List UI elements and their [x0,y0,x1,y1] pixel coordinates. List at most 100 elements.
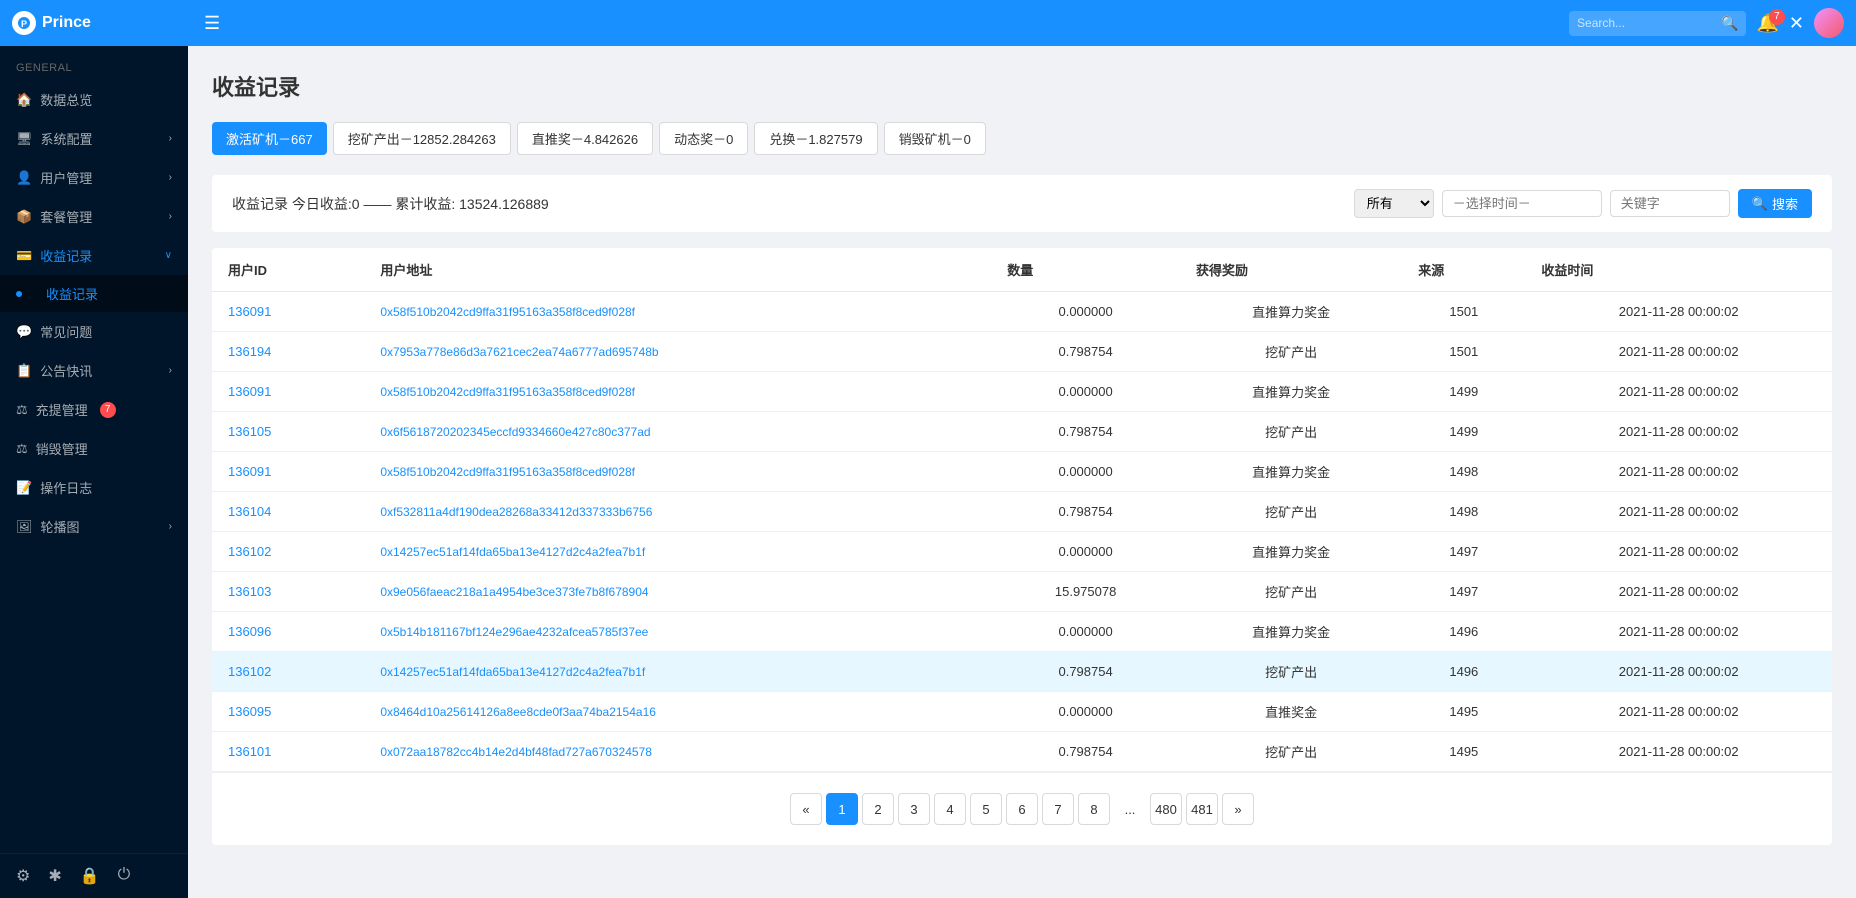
cell-user-id: 136102 [212,532,364,572]
sidebar-item-dashboard[interactable]: 🏠 数据总览 [0,80,188,119]
cell-reward: 直推算力奖金 [1180,612,1402,652]
sidebar-item-label: 销毁管理 [36,439,88,458]
lock-bottom-icon[interactable]: 🔒 [80,866,100,886]
sidebar-item-operation-log[interactable]: 📝 操作日志 [0,468,188,507]
col-time: 收益时间 [1525,248,1832,292]
table-row[interactable]: 136101 0x072aa18782cc4b14e2d4bf48fad727a… [212,732,1832,772]
cell-user-addr: 0x9e056faeac218a1a4954be3ce373fe7b8f6789… [364,572,991,612]
log-icon: 📝 [16,480,32,496]
sidebar-item-package-manage[interactable]: 📦 套餐管理 › [0,197,188,236]
search-button[interactable]: 🔍 搜索 [1738,189,1812,218]
table-row[interactable]: 136105 0x6f5618720202345eccfd9334660e427… [212,412,1832,452]
cell-user-addr: 0x58f510b2042cd9ffa31f95163a358f8ced9f02… [364,372,991,412]
settings-bottom-icon[interactable]: ⚙ [16,866,30,886]
pagination-page-6[interactable]: 6 [1006,793,1038,825]
pagination-page-8[interactable]: 8 [1078,793,1110,825]
cell-user-id: 136194 [212,332,364,372]
chevron-icon: › [169,133,172,144]
pagination-page-7[interactable]: 7 [1042,793,1074,825]
tools-button[interactable]: ✕ [1789,13,1804,34]
cell-reward: 直推奖金 [1180,692,1402,732]
cell-source: 1495 [1402,732,1525,772]
filter-tabs: 激活矿机－667 挖矿产出－12852.284263 直推奖－4.842626 … [212,122,1832,155]
cell-user-addr: 0x58f510b2042cd9ffa31f95163a358f8ced9f02… [364,452,991,492]
stats-separator: —— [363,196,391,212]
sidebar-item-announcement[interactable]: 📋 公告快讯 › [0,351,188,390]
filter-tab-destroy-miner[interactable]: 销毁矿机－0 [884,122,986,155]
pagination-page-480[interactable]: 480 [1150,793,1182,825]
table-row[interactable]: 136091 0x58f510b2042cd9ffa31f95163a358f8… [212,292,1832,332]
chevron-icon: › [169,211,172,222]
cell-time: 2021-11-28 00:00:02 [1525,332,1832,372]
cell-source: 1497 [1402,572,1525,612]
pagination-prev[interactable]: « [790,793,822,825]
user-icon: 👤 [16,170,32,186]
cell-user-id: 136102 [212,652,364,692]
pagination-page-5[interactable]: 5 [970,793,1002,825]
cell-reward: 挖矿产出 [1180,412,1402,452]
package-icon: 📦 [16,209,32,225]
filter-tab-direct-push[interactable]: 直推奖－4.842626 [517,122,653,155]
table-row[interactable]: 136091 0x58f510b2042cd9ffa31f95163a358f8… [212,372,1832,412]
cell-amount: 15.975078 [991,572,1180,612]
tools-bottom-icon[interactable]: ✱ [48,866,61,886]
table-row[interactable]: 136095 0x8464d10a25614126a8ee8cde0f3aa74… [212,692,1832,732]
power-bottom-icon[interactable]: ⏻ [118,866,131,886]
table-row[interactable]: 136091 0x58f510b2042cd9ffa31f95163a358f8… [212,452,1832,492]
time-input[interactable] [1442,190,1602,217]
filter-tab-mining-output[interactable]: 挖矿产出－12852.284263 [333,122,511,155]
sidebar-item-sales-manage[interactable]: ⚖ 销毁管理 [0,429,188,468]
pagination-page-2[interactable]: 2 [862,793,894,825]
cell-amount: 0.000000 [991,372,1180,412]
table-header-row: 用户ID 用户地址 数量 获得奖励 来源 收益时间 [212,248,1832,292]
cell-time: 2021-11-28 00:00:02 [1525,652,1832,692]
sidebar-item-carousel[interactable]: 🖼 轮播图 › [0,507,188,546]
search-input[interactable] [1577,16,1717,30]
type-select[interactable]: 所有 [1354,189,1434,218]
hamburger-button[interactable]: ☰ [204,13,220,34]
cell-reward: 直推算力奖金 [1180,372,1402,412]
cell-reward: 直推算力奖金 [1180,532,1402,572]
table-row[interactable]: 136103 0x9e056faeac218a1a4954be3ce373fe7… [212,572,1832,612]
app-logo: P Prince [12,11,192,35]
sidebar-item-user-manage[interactable]: 👤 用户管理 › [0,158,188,197]
pagination-page-481[interactable]: 481 [1186,793,1218,825]
recharge-icon: ⚖ [16,402,28,418]
table-row[interactable]: 136102 0x14257ec51af14fda65ba13e4127d2c4… [212,532,1832,572]
search-icon[interactable]: 🔍 [1721,15,1738,32]
cell-user-id: 136104 [212,492,364,532]
sidebar-item-income-record[interactable]: 💳 收益记录 ∨ [0,236,188,275]
cell-amount: 0.798754 [991,652,1180,692]
sidebar-item-system-config[interactable]: 🖥 系统配置 › [0,119,188,158]
top-nav: P Prince ☰ 🔍 🔔 7 ✕ [0,0,1856,46]
cell-source: 1499 [1402,372,1525,412]
cell-amount: 0.798754 [991,332,1180,372]
pagination-page-4[interactable]: 4 [934,793,966,825]
pagination-next[interactable]: » [1222,793,1254,825]
cell-user-addr: 0x072aa18782cc4b14e2d4bf48fad727a6703245… [364,732,991,772]
table-row[interactable]: 136096 0x5b14b181167bf124e296ae4232afcea… [212,612,1832,652]
pagination-page-3[interactable]: 3 [898,793,930,825]
cell-amount: 0.000000 [991,532,1180,572]
sidebar-item-recharge-manage[interactable]: ⚖ 充提管理 7 [0,390,188,429]
keyword-input[interactable] [1610,190,1730,217]
sales-icon: ⚖ [16,441,28,457]
cell-time: 2021-11-28 00:00:02 [1525,572,1832,612]
cell-time: 2021-11-28 00:00:02 [1525,492,1832,532]
cell-reward: 挖矿产出 [1180,572,1402,612]
pagination-page-1[interactable]: 1 [826,793,858,825]
top-nav-left: P Prince ☰ [12,11,220,35]
avatar[interactable] [1814,8,1844,38]
sidebar-sub-item-income-list[interactable]: 收益记录 [0,275,188,312]
sidebar-item-faq[interactable]: 💬 常见问题 [0,312,188,351]
table-row[interactable]: 136194 0x7953a778e86d3a7621cec2ea74a6777… [212,332,1832,372]
sidebar-item-label: 数据总览 [40,90,92,109]
table-row[interactable]: 136102 0x14257ec51af14fda65ba13e4127d2c4… [212,652,1832,692]
table-row[interactable]: 136104 0xf532811a4df190dea28268a33412d33… [212,492,1832,532]
table-body: 136091 0x58f510b2042cd9ffa31f95163a358f8… [212,292,1832,772]
filter-tab-exchange[interactable]: 兑换－1.827579 [754,122,877,155]
notification-button[interactable]: 🔔 7 [1756,13,1778,34]
filter-tab-dynamic-reward[interactable]: 动态奖－0 [659,122,748,155]
stats-today-val: 今日收益:0 [292,196,360,212]
filter-tab-activate-miner[interactable]: 激活矿机－667 [212,122,327,155]
